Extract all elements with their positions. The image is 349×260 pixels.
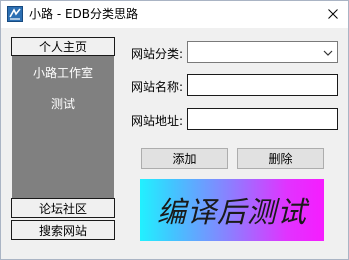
chevron-down-icon[interactable]	[323, 47, 333, 57]
nav-list-item-test[interactable]: 测试	[12, 95, 114, 112]
client-area: 个人主页 小路工作室 测试 论坛社区 搜索网站 网站分类: 网站名称: 网站地址…	[1, 28, 348, 259]
app-icon	[7, 6, 23, 22]
nav-button-search[interactable]: 搜索网站	[11, 220, 115, 240]
site-name-input[interactable]	[187, 74, 338, 96]
close-button[interactable]	[318, 1, 348, 28]
site-url-label: 网站地址:	[131, 114, 184, 128]
nav-button-forum-label: 论坛社区	[38, 201, 87, 216]
add-button-label: 添加	[172, 152, 197, 166]
nav-button-home-label: 个人主页	[38, 40, 87, 54]
site-url-input[interactable]	[187, 108, 338, 130]
app-window: 小路 - EDB分类思路 个人主页 小路工作室 测试 论坛社区 搜索网站 网站分…	[0, 0, 349, 260]
nav-button-forum[interactable]: 论坛社区	[11, 198, 115, 218]
banner-text: 编译后测试	[156, 195, 307, 229]
nav-button-home[interactable]: 个人主页	[11, 37, 115, 56]
delete-button-label: 删除	[268, 152, 293, 166]
category-select[interactable]	[187, 41, 338, 63]
nav-button-search-label: 搜索网站	[38, 223, 87, 238]
add-button[interactable]: 添加	[141, 148, 228, 169]
nav-list-item-studio[interactable]: 小路工作室	[12, 64, 114, 81]
category-label: 网站分类:	[131, 47, 184, 61]
delete-button[interactable]: 删除	[237, 148, 324, 169]
nav-list-panel: 小路工作室 测试	[12, 56, 114, 198]
title-bar[interactable]: 小路 - EDB分类思路	[1, 1, 348, 28]
banner-image: 编译后测试	[140, 179, 324, 241]
site-name-label: 网站名称:	[131, 80, 184, 94]
close-icon	[328, 8, 338, 22]
window-title: 小路 - EDB分类思路	[29, 7, 139, 21]
